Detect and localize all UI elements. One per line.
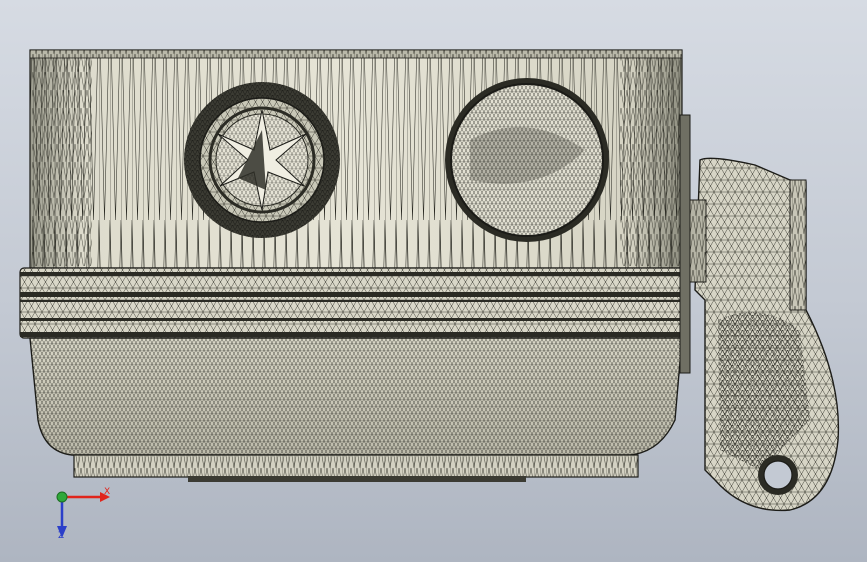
filler-cap [445,78,609,242]
x-axis-label: X [104,487,111,497]
graphics-viewport[interactable]: X Z [0,0,867,562]
mesh-model[interactable] [0,0,867,562]
mounting-bracket [689,157,840,512]
z-axis-label: Z [58,531,65,541]
lower-bowl [29,337,683,456]
sight-glass [184,82,340,238]
side-fitting [679,114,691,374]
base-ring [73,454,639,482]
coordinate-triad [56,491,110,538]
groove-rings [19,267,689,339]
